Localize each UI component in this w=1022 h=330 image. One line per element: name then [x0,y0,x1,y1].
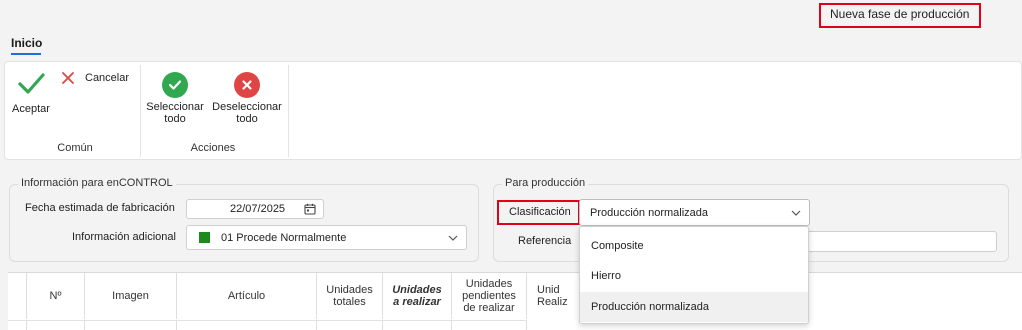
col-line: Unidades [465,278,513,290]
table-row-cell [452,320,527,330]
col-line: a realizar [393,296,441,308]
grid-col-unidades-pendientes[interactable]: Unidades pendientes de realizar [452,273,527,319]
aceptar-button[interactable]: Aceptar [11,70,51,115]
calendar-icon[interactable] [304,203,316,218]
checkmark-icon [11,70,51,98]
grid-col-imagen[interactable]: Imagen [85,273,177,319]
grid-col-numero[interactable]: Nº [27,273,85,319]
referencia-label: Referencia [518,235,572,247]
x-circle-icon [234,72,260,98]
grid-col-articulo[interactable]: Artículo [177,273,317,319]
ribbon-separator [140,65,141,157]
table-row[interactable] [8,320,27,330]
dropdown-option-hierro[interactable]: Hierro [580,261,808,291]
table-row-cell [383,320,452,330]
clasificacion-value: Producción normalizada [590,206,709,219]
chevron-down-icon [791,207,801,219]
produccion-legend: Para producción [502,177,589,189]
seleccionar-label-2: todo [164,113,186,125]
seleccionar-label-1: Seleccionar [146,101,204,113]
deseleccionar-todo-button[interactable]: Deseleccionar todo [210,72,284,125]
chevron-down-icon [448,232,458,244]
col-line: Unid [537,284,560,296]
grid-col-unidades-a-realizar[interactable]: Unidades a realizar [383,273,452,319]
info-adicional-select[interactable]: 01 Procede Normalmente [186,225,467,250]
deseleccionar-label-2: todo [236,113,258,125]
grid-col-selector[interactable] [8,273,27,319]
aceptar-label: Aceptar [12,103,50,115]
clasificacion-select[interactable]: Producción normalizada [579,199,810,226]
fecha-value: 22/07/2025 [230,203,286,215]
fecha-field[interactable]: 22/07/2025 [186,199,324,219]
info-adicional-value: 01 Procede Normalmente [221,231,347,244]
tab-inicio[interactable]: Inicio [11,36,42,50]
group-label-acciones: Acciones [190,142,236,154]
dropdown-option-produccion-normalizada[interactable]: Producción normalizada [580,292,808,322]
clasificacion-label: Clasificación [509,206,571,218]
col-line: totales [333,296,366,308]
col-line: Realiz [537,296,568,308]
table-row-cell [177,320,317,330]
table-row-cell [85,320,177,330]
deseleccionar-label-1: Deseleccionar [212,101,282,113]
dropdown-option-composite[interactable]: Composite [580,231,808,261]
cancelar-button[interactable]: Cancelar [61,71,136,85]
clasificacion-dropdown: Composite Hierro Producción normalizada [579,226,809,324]
status-color-swatch [199,232,210,243]
check-circle-icon [162,72,188,98]
group-label-comun: Común [57,142,93,154]
grid-header: Nº Imagen Artículo Unidades totales Unid… [8,272,1022,330]
col-line: pendientes [462,290,516,302]
col-line: de realizar [463,302,515,314]
seleccionar-todo-button[interactable]: Seleccionar todo [145,72,205,125]
window-title: Nueva fase de producción [819,3,981,28]
x-icon [61,71,75,85]
encontrol-legend: Información para enCONTROL [18,177,176,189]
info-adicional-label: Información adicional [72,231,176,243]
col-line: Unidades [392,284,442,296]
col-line: Unidades [326,284,373,296]
tab-active-indicator [11,53,41,55]
grid-col-unidades-realizadas[interactable]: Unid Realiz [527,273,579,319]
encontrol-fieldset: Información para enCONTROL [9,177,479,262]
table-row-cell [27,320,85,330]
grid-col-unidades-totales[interactable]: Unidades totales [317,273,383,319]
ribbon: Aceptar Cancelar Común Seleccionar todo … [4,61,1022,160]
table-row-cell [317,320,383,330]
cancelar-label: Cancelar [85,72,130,84]
ribbon-separator [288,65,289,157]
fecha-label: Fecha estimada de fabricación [25,202,175,214]
